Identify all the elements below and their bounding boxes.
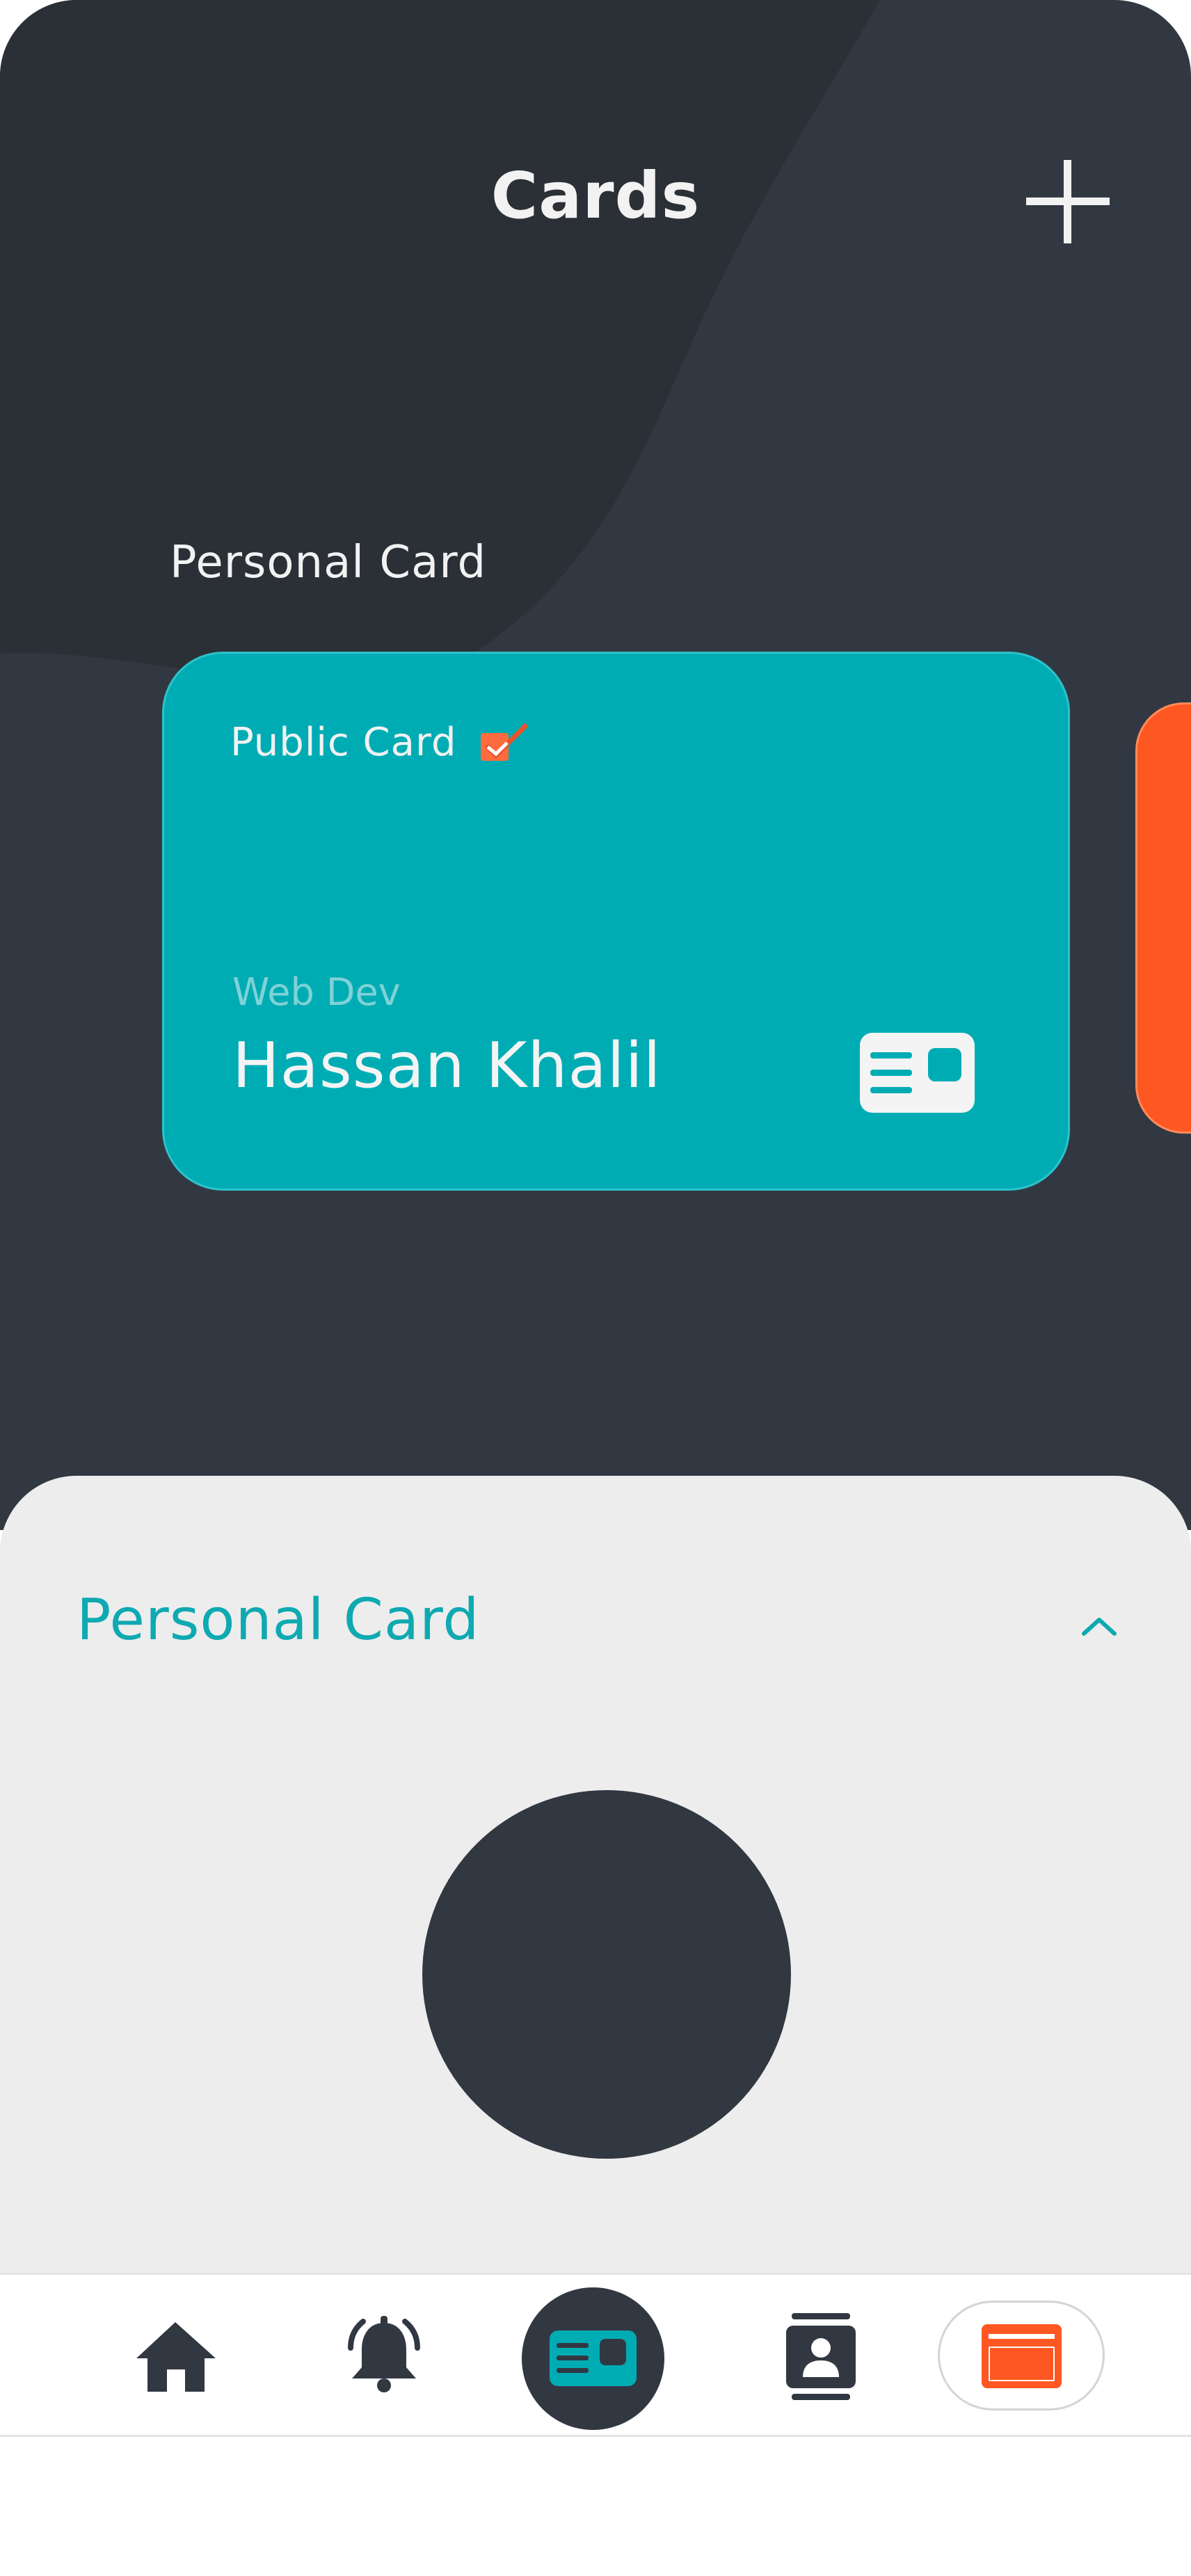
id-card-icon: [550, 2331, 637, 2386]
checkbox-checked-icon: [481, 723, 529, 761]
public-card-label: Public Card: [230, 720, 457, 765]
add-card-button[interactable]: [1023, 156, 1113, 247]
collapse-button[interactable]: [1071, 1604, 1127, 1646]
card-holder-name: Hassan Khalil: [232, 1029, 662, 1102]
credit-card-icon: [982, 2324, 1062, 2388]
contact-book-icon: [786, 2313, 856, 2400]
plus-icon: [1026, 160, 1110, 243]
top-area: Cards Personal Card Public Card Web Dev …: [0, 0, 1191, 1530]
card-detail-panel: Personal Card: [0, 1476, 1191, 2276]
id-card-icon: [860, 1033, 975, 1113]
nav-home[interactable]: [132, 2317, 219, 2397]
home-icon: [136, 2322, 216, 2392]
cards-screen: Cards Personal Card Public Card Web Dev …: [0, 0, 1191, 2576]
nav-cards[interactable]: [522, 2287, 664, 2430]
public-card-checkbox[interactable]: [481, 723, 529, 765]
detail-title: Personal Card: [77, 1587, 480, 1653]
next-card-preview[interactable]: [1135, 702, 1191, 1134]
avatar[interactable]: [422, 1790, 791, 2159]
card-role: Web Dev: [232, 970, 401, 1014]
nav-contacts[interactable]: [786, 2313, 856, 2400]
chevron-up-icon: [1082, 1618, 1117, 1636]
bottom-navigation: [0, 2273, 1191, 2437]
page-title: Cards: [490, 159, 701, 233]
nav-notifications[interactable]: [341, 2313, 428, 2400]
carousel-section-label: Personal Card: [170, 537, 487, 588]
personal-card[interactable]: Public Card Web Dev Hassan Khalil: [162, 652, 1070, 1191]
nav-wallet[interactable]: [938, 2301, 1105, 2410]
bell-icon: [348, 2316, 420, 2392]
